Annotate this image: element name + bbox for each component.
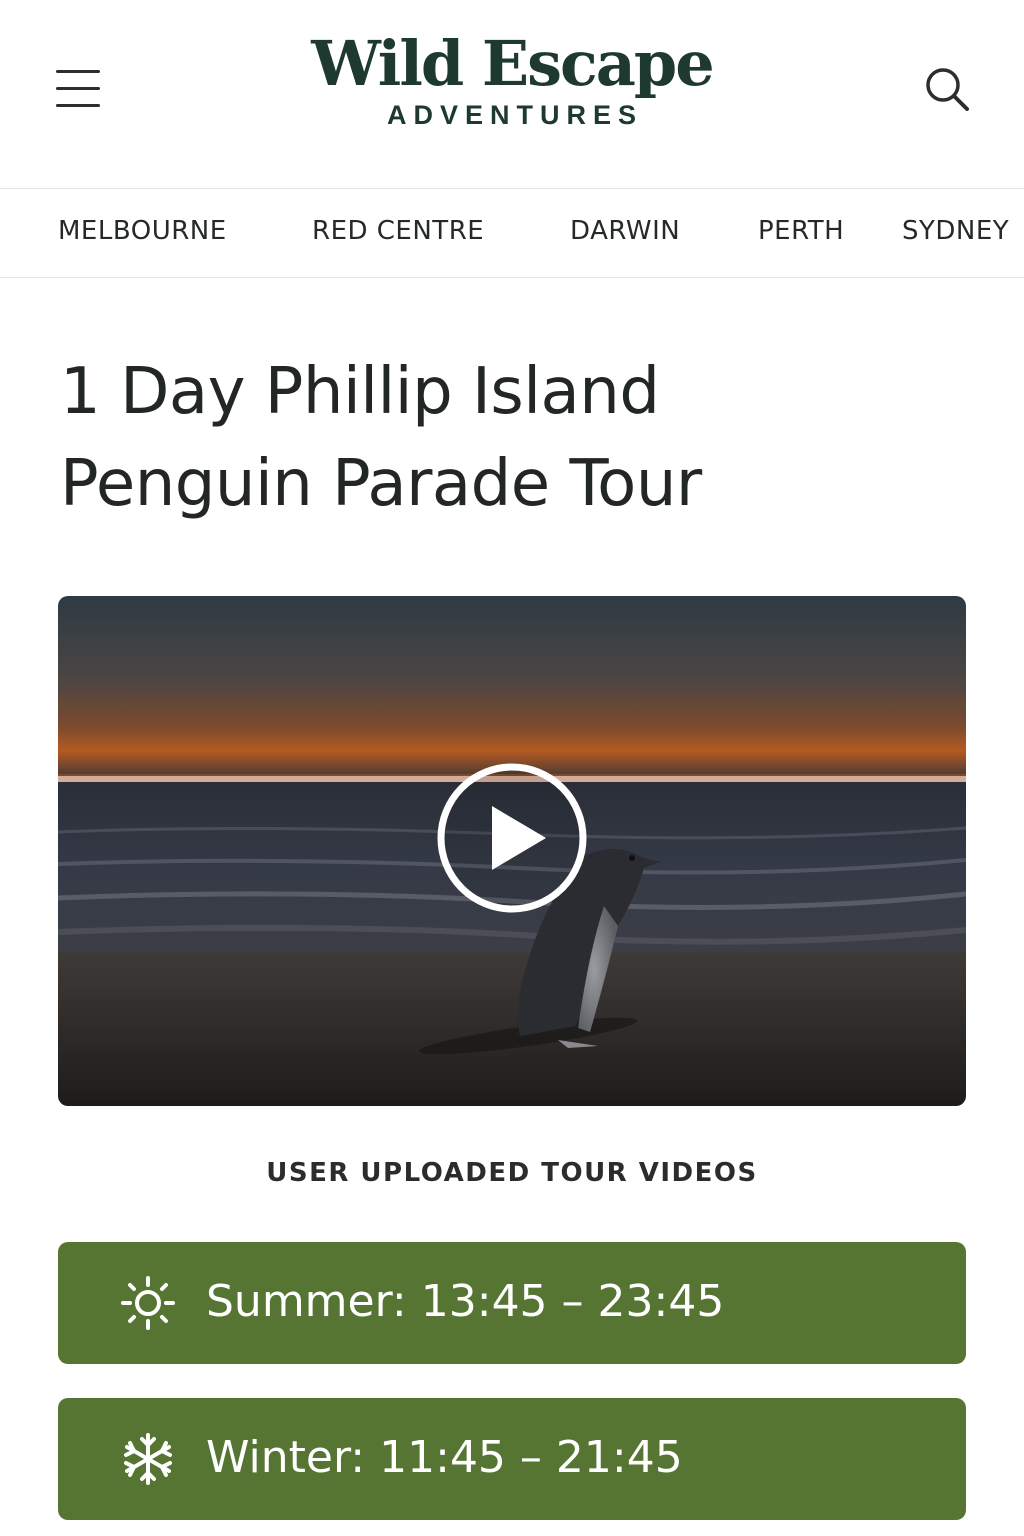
sun-icon <box>120 1275 176 1331</box>
nav-item-melbourne[interactable]: MELBOURNE <box>58 216 227 246</box>
logo-wordmark: Wild Escape <box>311 27 714 100</box>
site-header: Wild Escape ADVENTURES <box>0 0 1024 188</box>
search-icon[interactable] <box>922 64 972 114</box>
page-title-line-1: 1 Day Phillip Island <box>60 355 660 429</box>
video-caption: USER UPLOADED TOUR VIDEOS <box>266 1158 758 1188</box>
nav-item-sydney[interactable]: SYDNEY <box>902 216 1009 246</box>
season-winter-button[interactable]: Winter: 11:45 – 21:45 <box>58 1398 966 1520</box>
hamburger-menu-icon[interactable] <box>56 68 102 110</box>
site-logo[interactable]: Wild Escape ADVENTURES <box>262 26 762 132</box>
season-winter-text: Winter: 11:45 – 21:45 <box>206 1430 683 1486</box>
season-winter-label: Winter: <box>206 1432 366 1483</box>
nav-item-perth[interactable]: PERTH <box>758 216 844 246</box>
nav-item-red-centre[interactable]: RED CENTRE <box>312 216 484 246</box>
snowflake-icon <box>120 1431 176 1487</box>
logo-tagline: ADVENTURES <box>386 100 644 130</box>
season-summer-time: 13:45 – 23:45 <box>420 1276 725 1327</box>
season-summer-text: Summer: 13:45 – 23:45 <box>206 1274 724 1330</box>
play-icon[interactable] <box>434 760 590 916</box>
page-title-line-2: Penguin Parade Tour <box>60 447 702 521</box>
season-summer-button[interactable]: Summer: 13:45 – 23:45 <box>58 1242 966 1364</box>
region-nav: MELBOURNE RED CENTRE DARWIN PERTH SYDNEY <box>0 188 1024 278</box>
season-summer-label: Summer: <box>206 1276 407 1327</box>
season-winter-time: 11:45 – 21:45 <box>379 1432 683 1483</box>
page-title: 1 Day Phillip Island Penguin Parade Tour <box>60 346 960 530</box>
nav-item-darwin[interactable]: DARWIN <box>570 216 680 246</box>
